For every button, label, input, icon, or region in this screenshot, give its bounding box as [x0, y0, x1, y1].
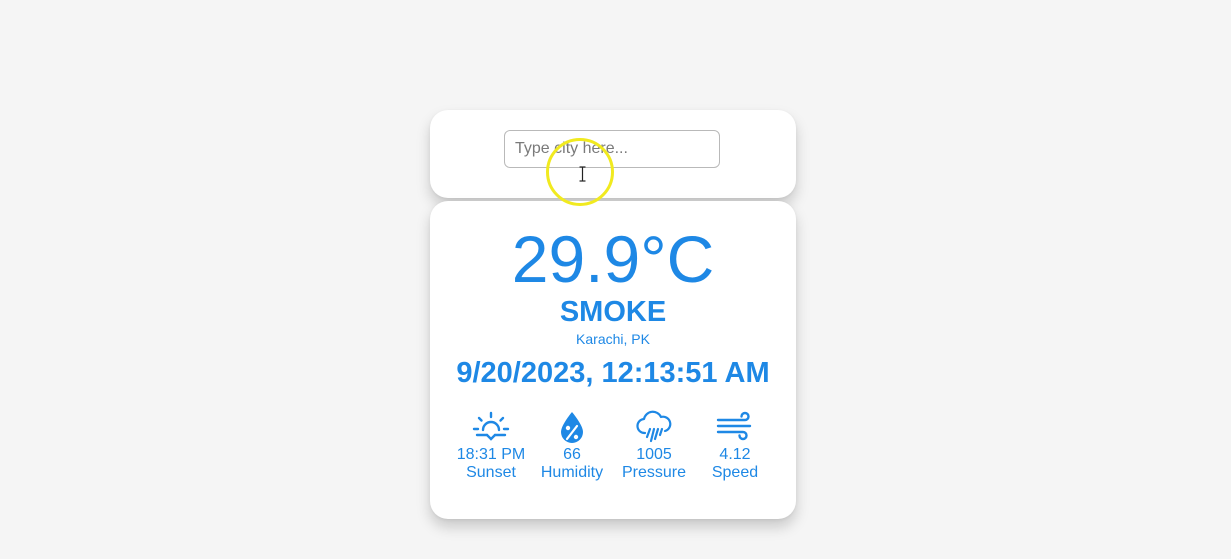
- wind-icon: [716, 411, 752, 441]
- stat-humidity: 66 Humidity: [527, 409, 617, 482]
- humidity-icon: [561, 412, 583, 443]
- city-search-input[interactable]: [504, 130, 720, 168]
- speed-label: Speed: [711, 464, 759, 481]
- date-time: 9/20/2023, 12:13:51 AM: [456, 357, 770, 389]
- humidity-label: Humidity: [540, 464, 604, 481]
- stat-speed: 4.12 Speed: [690, 409, 780, 482]
- sunset-value: 18:31 PM: [456, 446, 526, 463]
- weather-condition: SMOKE: [559, 296, 667, 328]
- weather-app: 29.9°C SMOKE Karachi, PK 9/20/2023, 12:1…: [0, 0, 1231, 559]
- pressure-value: 1005: [636, 446, 672, 463]
- temperature: 29.9°C: [511, 222, 715, 296]
- search-card: [430, 110, 796, 198]
- stat-pressure: 1005 Pressure: [609, 409, 699, 482]
- weather-card: 29.9°C SMOKE Karachi, PK 9/20/2023, 12:1…: [430, 201, 796, 519]
- speed-value: 4.12: [719, 446, 751, 463]
- sunset-icon: [472, 411, 510, 441]
- humidity-value: 66: [563, 446, 581, 463]
- location: Karachi, PK: [576, 331, 650, 347]
- sunset-label: Sunset: [466, 464, 516, 481]
- pressure-icon: [636, 410, 672, 443]
- stat-sunset: 18:31 PM Sunset: [446, 409, 536, 482]
- pressure-label: Pressure: [621, 464, 687, 481]
